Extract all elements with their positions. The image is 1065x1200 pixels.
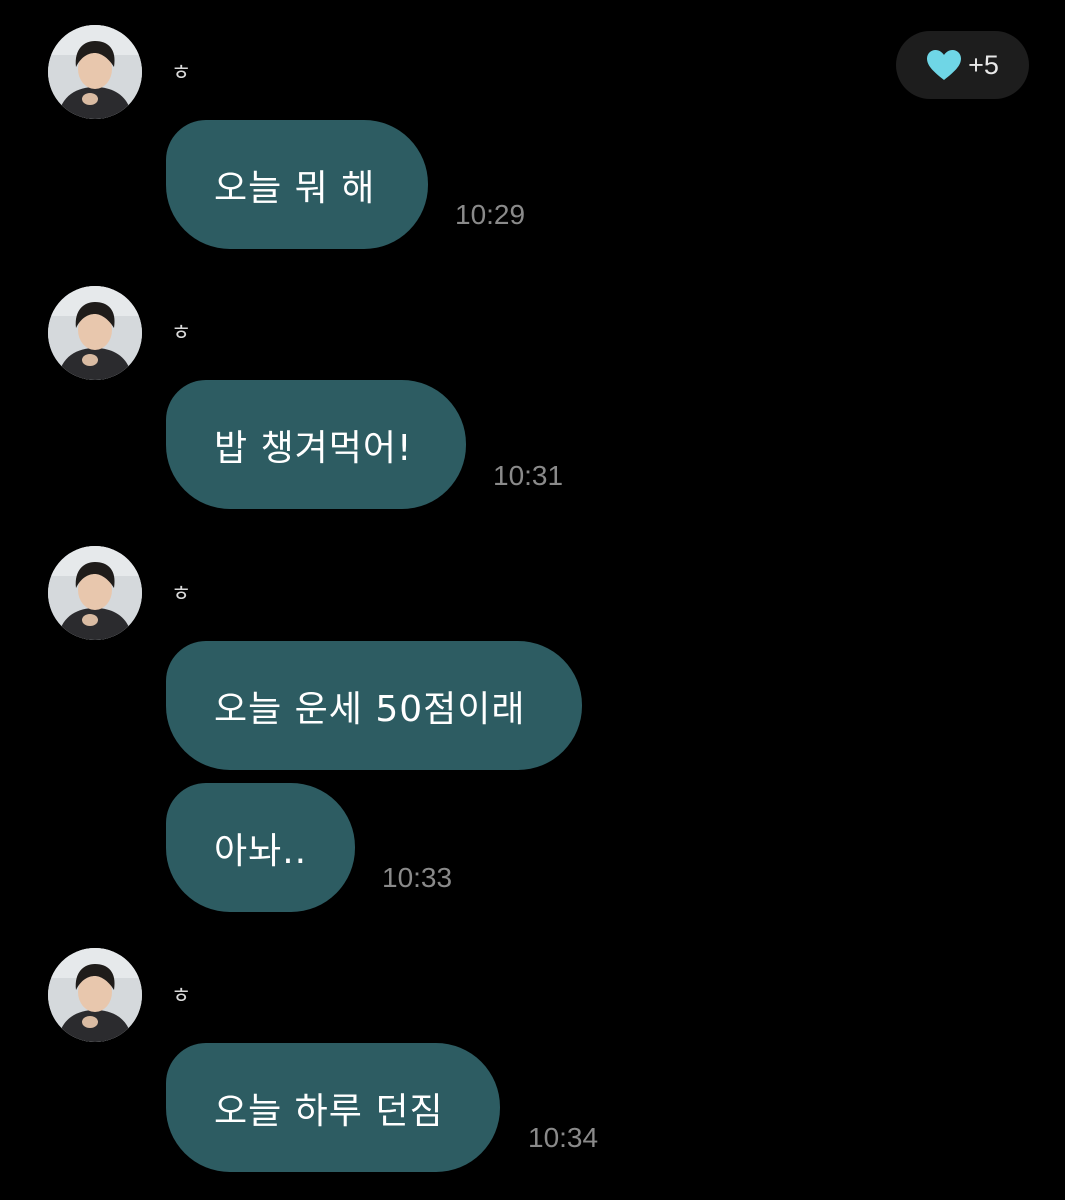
message-text: 밥 챙겨먹어! bbox=[214, 427, 413, 469]
message-text: 오늘 운세 50점이래 bbox=[214, 688, 526, 730]
message-timestamp: 10:31 bbox=[493, 460, 564, 491]
sender-name: ㅎ bbox=[171, 321, 192, 346]
message-timestamp: 10:34 bbox=[528, 1122, 599, 1153]
sender-name: ㅎ bbox=[171, 984, 192, 1009]
sender-name: ㅎ bbox=[171, 582, 192, 607]
message-text: 아놔.. bbox=[214, 830, 308, 872]
message-timestamp: 10:29 bbox=[455, 199, 526, 230]
avatar[interactable] bbox=[48, 546, 142, 640]
message-text: 오늘 하루 던짐 bbox=[214, 1090, 444, 1132]
message-bubble[interactable]: 오늘 하루 던짐 bbox=[166, 1043, 500, 1172]
avatar[interactable] bbox=[48, 948, 142, 1042]
sender-name: ㅎ bbox=[171, 61, 192, 86]
message-bubble[interactable]: 밥 챙겨먹어! bbox=[166, 380, 466, 509]
message-bubble[interactable]: 오늘 뭐 해 bbox=[166, 120, 428, 249]
avatar[interactable] bbox=[48, 286, 142, 380]
message-text: 오늘 뭐 해 bbox=[214, 167, 376, 209]
message-timestamp: 10:33 bbox=[382, 862, 453, 893]
reaction-badge[interactable]: +5 bbox=[896, 31, 1029, 99]
message-bubble[interactable]: 아놔.. bbox=[166, 783, 355, 912]
reaction-count: +5 bbox=[968, 49, 999, 80]
heart-icon bbox=[926, 49, 962, 81]
avatar[interactable] bbox=[48, 25, 142, 119]
message-bubble[interactable]: 오늘 운세 50점이래 bbox=[166, 641, 582, 770]
